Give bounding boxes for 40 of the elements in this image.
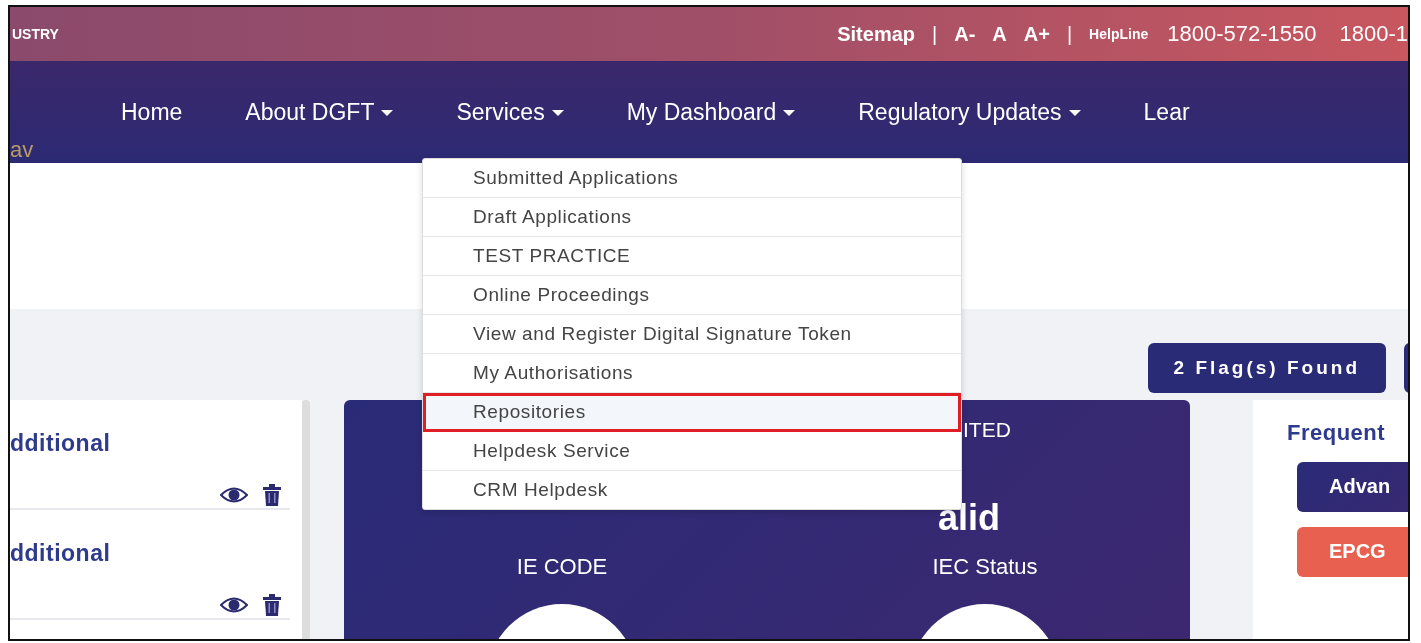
separator: | [1066, 22, 1073, 46]
nav-link[interactable]: My Dashboard [626, 99, 796, 127]
iec-status-label: IEC Status [931, 554, 1039, 580]
panel-title: Frequent [1287, 420, 1387, 446]
menu-item[interactable]: Repositories [423, 393, 961, 432]
trash-icon[interactable] [262, 594, 282, 616]
flags-button[interactable]: 2 Flag(s) Found [1147, 343, 1386, 393]
menu-item[interactable]: Draft Applications [423, 198, 961, 237]
caret-icon [783, 109, 796, 116]
nav-link[interactable]: Home [121, 99, 183, 127]
caret-icon [381, 109, 394, 116]
phone-number: 1800-572-1550 [1167, 21, 1317, 48]
text-size-link[interactable]: A- [954, 22, 976, 46]
separator: | [932, 22, 938, 46]
ie-code-label: IE CODE [515, 554, 609, 580]
brand-text: USTRY [12, 26, 59, 43]
phone-number: 1800-1 [1339, 21, 1408, 48]
helpline-label: HelpLine [1089, 26, 1149, 43]
nav-link[interactable]: Lear [1143, 99, 1190, 127]
menu-item[interactable]: View and Register Digital Signature Token [423, 315, 961, 354]
menu-item[interactable]: Submitted Applications [423, 159, 961, 198]
company-name: ITED [962, 417, 1012, 443]
user-name: av [10, 137, 34, 164]
trash-icon[interactable] [262, 484, 282, 506]
sitemap-link[interactable]: Sitemap [837, 22, 915, 46]
menu-item[interactable]: TEST PRACTICE [423, 237, 961, 276]
quick-link-button[interactable]: Advan [1297, 462, 1408, 512]
caret-icon [551, 109, 564, 116]
nav-link[interactable]: About DGFT [245, 99, 394, 127]
menu-item[interactable]: Online Proceedings [423, 276, 961, 315]
menu-item[interactable]: Helpdesk Service [423, 432, 961, 471]
text-size-link[interactable]: A+ [1023, 22, 1050, 46]
application-title: dditional [10, 430, 111, 457]
view-icon[interactable] [220, 596, 248, 614]
view-icon[interactable] [220, 486, 248, 504]
nav-link[interactable]: Regulatory Updates [858, 99, 1081, 127]
application-title: dditional [10, 540, 111, 567]
caret-icon [1068, 109, 1081, 116]
text-size-link[interactable]: A [992, 22, 1007, 46]
nav-link[interactable]: Services [456, 99, 564, 127]
